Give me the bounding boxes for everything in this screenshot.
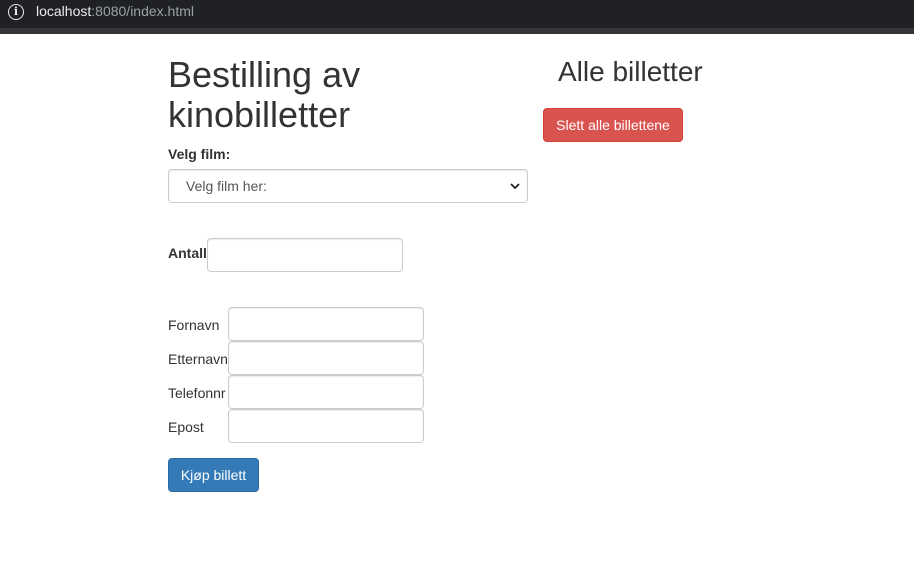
fornavn-label: Fornavn bbox=[168, 317, 220, 333]
browser-address-bar[interactable]: i localhost:8080/index.html bbox=[0, 0, 914, 28]
film-select-value: Velg film her: bbox=[186, 178, 267, 194]
page-title: Bestilling av kinobilletter bbox=[168, 54, 361, 135]
url-path: :8080/index.html bbox=[91, 3, 194, 19]
etternavn-input[interactable] bbox=[228, 341, 424, 375]
epost-label: Epost bbox=[168, 419, 204, 435]
info-icon[interactable]: i bbox=[8, 4, 24, 20]
delete-all-tickets-button[interactable]: Slett alle billettene bbox=[543, 108, 683, 142]
url-text[interactable]: localhost:8080/index.html bbox=[36, 3, 194, 19]
epost-input[interactable] bbox=[228, 409, 424, 443]
film-label: Velg film: bbox=[168, 146, 231, 162]
antall-input[interactable] bbox=[207, 238, 403, 272]
fornavn-input[interactable] bbox=[228, 307, 424, 341]
chevron-down-icon bbox=[510, 183, 520, 190]
telefonnr-input[interactable] bbox=[228, 375, 424, 409]
browser-bar-divider bbox=[0, 28, 914, 34]
url-host: localhost bbox=[36, 3, 92, 19]
film-select[interactable]: Velg film her: bbox=[168, 169, 528, 203]
tickets-title: Alle billetter bbox=[558, 56, 703, 87]
telefonnr-label: Telefonnr bbox=[168, 385, 226, 401]
etternavn-label: Etternavn bbox=[168, 351, 228, 367]
antall-label: Antall bbox=[168, 245, 207, 261]
buy-ticket-button[interactable]: Kjøp billett bbox=[168, 458, 259, 492]
